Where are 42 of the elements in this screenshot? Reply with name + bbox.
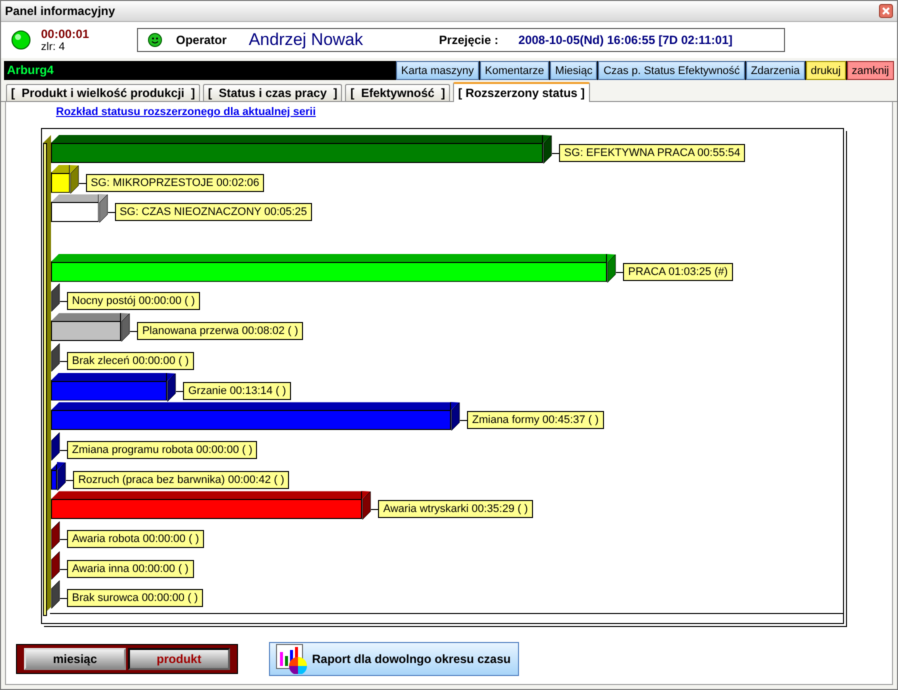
bar-label: Awaria robota 00:00:00 ( ) [67,530,204,548]
tab[interactable]: [ Rozszerzony status ] [453,82,590,102]
counter-text: zlr: 4 [41,41,66,53]
machine-name: Arburg4 [6,62,55,79]
close-icon[interactable] [879,4,893,18]
operator-label: Operator [176,33,227,47]
print-button[interactable]: drukuj [806,61,846,80]
toggle-button[interactable]: produkt [128,648,230,670]
status-light-icon [11,30,31,50]
bar-label: Brak surowca 00:00:00 ( ) [67,589,203,608]
bar-label: Zmiana formy 00:45:37 ( ) [467,411,604,430]
takeover-value: 2008-10-05(Nd) 16:06:55 [7D 02:11:01] [518,33,733,47]
nav-button[interactable]: Karta maszyny [396,61,479,80]
bar-label: Rozruch (praca bez barwnika) 00:00:42 ( ) [73,470,290,489]
takeover-label: Przejęcie : [439,33,498,47]
bar-label: SG: EFEKTYWNA PRACA 00:55:54 [559,144,746,162]
operator-name: Andrzej Nowak [248,30,364,50]
tab[interactable]: [ Efektywność ] [345,84,450,101]
nav-button[interactable]: Zdarzenia [746,61,805,80]
bar-label: SG: MIKROPRZESTOJE 00:02:06 [86,174,264,192]
window-title: Panel informacyjny [5,4,116,18]
bar-label: Planowana przerwa 00:08:02 ( ) [137,322,304,340]
report-button[interactable]: Raport dla dowolngo okresu czasu [269,642,519,676]
chart-title-link[interactable]: Rozkład statusu rozszerzonego dla aktualnej serii [56,106,316,118]
nav-button[interactable]: Czas p. Status Efektywność [598,61,745,80]
bar-label: Nocny postój 00:00:00 ( ) [67,292,200,310]
smiley-icon [148,33,162,47]
nav-button[interactable]: Komentarze [480,61,550,80]
bar-label: Awaria wtryskarki 00:35:29 ( ) [378,500,533,518]
bar-label: Zmiana programu robota 00:00:00 ( ) [67,440,258,459]
bar-label: Grzanie 00:13:14 ( ) [183,382,292,400]
bar-label: PRACA 01:03:25 (#) [623,262,733,281]
bar-label: Brak zleceń 00:00:00 ( ) [67,352,194,370]
tab[interactable]: [ Status i czas pracy ] [203,84,342,101]
toggle-button[interactable]: miesiąc [24,648,126,670]
nav-button[interactable]: Miesiąc [550,61,598,80]
bar-label: Awaria inna 00:00:00 ( ) [67,560,194,578]
bar-label: SG: CZAS NIEOZNACZONY 00:05:25 [114,203,312,222]
timer-text: 00:00:01 [41,27,90,41]
chart-report-icon [276,644,308,674]
tab[interactable]: [ Produkt i wielkość produkcji ] [6,84,200,101]
close-button[interactable]: zamknij [846,61,894,80]
